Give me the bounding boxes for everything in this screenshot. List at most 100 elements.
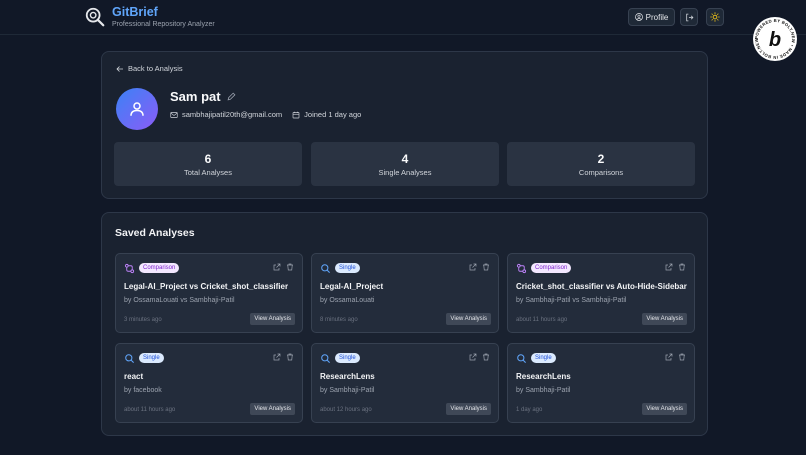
brand[interactable]: GitBrief Professional Repository Analyze… [84,6,215,28]
saved-analysis-item: Single ResearchLens by Sambhaji-Patil ab… [311,343,499,423]
item-author: by OssamaLouati [320,297,375,304]
svg-text:b: b [769,29,781,51]
stat-value: 6 [204,152,212,166]
type-badge: Comparison [531,263,572,273]
view-analysis-button[interactable]: View Analysis [642,403,687,415]
external-link-icon[interactable] [665,263,673,271]
top-bar: GitBrief Professional Repository Analyze… [0,0,806,35]
section-title: Saved Analyses [115,227,195,239]
back-link-label: Back to Analysis [128,64,183,73]
search-icon [517,354,527,364]
trash-icon[interactable] [678,353,686,361]
type-badge: Single [139,353,164,363]
item-timestamp: about 11 hours ago [124,407,176,413]
trash-icon[interactable] [482,263,490,271]
arrow-left-icon [116,65,123,72]
item-title: react [124,372,144,381]
item-author: by facebook [124,387,162,394]
search-icon [321,264,331,274]
saved-analysis-item: Single ResearchLens by Sambhaji-Patil 1 … [507,343,695,423]
view-analysis-button[interactable]: View Analysis [642,313,687,325]
trash-icon[interactable] [482,353,490,361]
logout-icon [685,13,693,21]
item-title: Cricket_shot_classifier vs Auto-Hide-Sid… [516,282,687,291]
edit-pencil-icon[interactable] [227,92,236,101]
view-analysis-button[interactable]: View Analysis [250,313,295,325]
stat-label: Single Analyses [378,168,432,177]
search-icon [125,354,135,364]
sun-icon [710,12,720,22]
item-author: by Sambhaji-Patil [320,387,375,394]
type-badge: Comparison [139,263,180,273]
mail-icon [170,111,178,118]
item-actions [665,353,686,361]
trash-icon[interactable] [286,263,294,271]
back-to-analysis-link[interactable]: Back to Analysis [116,64,183,73]
stat-value: 4 [401,152,409,166]
bolt-badge-logo: POWERED BY BOLT.NEW • MADE IN BOLT.NEW •… [753,17,796,60]
stat-single-analyses: 4 Single Analyses [311,142,499,186]
item-actions [273,263,294,271]
item-title: ResearchLens [516,372,571,381]
type-badge: Single [335,263,360,273]
item-timestamp: about 12 hours ago [320,407,372,413]
user-joined: Joined 1 day ago [304,110,362,119]
search-icon [321,354,331,364]
compare-icon [516,263,527,274]
user-icon [130,102,144,116]
user-meta: sambhajipatil20th@gmail.com Joined 1 day… [170,110,361,119]
item-title: ResearchLens [320,372,375,381]
item-author: by OssamaLouati vs Sambhaji-Patil [124,297,235,304]
stat-label: Comparisons [578,168,624,177]
item-actions [469,263,490,271]
item-timestamp: 1 day ago [516,407,543,413]
item-timestamp: 8 minutes ago [320,317,358,323]
app-name: GitBrief [112,5,158,19]
external-link-icon[interactable] [469,353,477,361]
user-name-row: Sam pat [170,89,236,104]
external-link-icon[interactable] [273,353,281,361]
type-badge: Single [531,353,556,363]
stat-value: 2 [597,152,605,166]
theme-toggle-button[interactable] [706,8,724,26]
calendar-icon [292,111,300,118]
stat-label: Total Analyses [184,168,232,177]
item-timestamp: about 11 hours ago [516,317,568,323]
item-actions [469,353,490,361]
saved-analysis-item: Single react by facebook about 11 hours … [115,343,303,423]
user-name: Sam pat [170,89,221,104]
saved-analysis-item: Comparison Cricket_shot_classifier vs Au… [507,253,695,333]
item-actions [665,263,686,271]
bolt-badge[interactable]: POWERED BY BOLT.NEW • MADE IN BOLT.NEW •… [753,17,797,61]
item-title: Legal-AI_Project [320,282,384,291]
saved-analyses-card: Saved Analyses Comparison Legal-AI_Proje… [101,212,708,436]
app-tagline: Professional Repository Analyzer [112,21,215,28]
magnifier-logo-icon [85,7,105,27]
view-analysis-button[interactable]: View Analysis [446,403,491,415]
profile-button[interactable]: Profile [628,8,675,26]
view-analysis-button[interactable]: View Analysis [250,403,295,415]
external-link-icon[interactable] [273,263,281,271]
external-link-icon[interactable] [665,353,673,361]
external-link-icon[interactable] [469,263,477,271]
type-badge: Single [335,353,360,363]
stat-comparisons: 2 Comparisons [507,142,695,186]
stat-total-analyses: 6 Total Analyses [114,142,302,186]
logout-button[interactable] [680,8,698,26]
item-timestamp: 3 minutes ago [124,317,162,323]
saved-analysis-item: Single Legal-AI_Project by OssamaLouati … [311,253,499,333]
profile-card: Back to Analysis Sam pat sambhajipatil20… [101,51,708,199]
compare-icon [124,263,135,274]
view-analysis-button[interactable]: View Analysis [446,313,491,325]
user-circle-icon [634,13,643,21]
trash-icon[interactable] [678,263,686,271]
item-actions [273,353,294,361]
trash-icon[interactable] [286,353,294,361]
item-author: by Sambhaji-Patil vs Sambhaji-Patil [516,297,627,304]
saved-analysis-item: Comparison Legal-AI_Project vs Cricket_s… [115,253,303,333]
profile-button-label: Profile [645,12,669,22]
item-title: Legal-AI_Project vs Cricket_shot_classif… [124,282,289,291]
item-author: by Sambhaji-Patil [516,387,571,394]
user-email: sambhajipatil20th@gmail.com [182,110,283,119]
avatar [116,88,158,130]
